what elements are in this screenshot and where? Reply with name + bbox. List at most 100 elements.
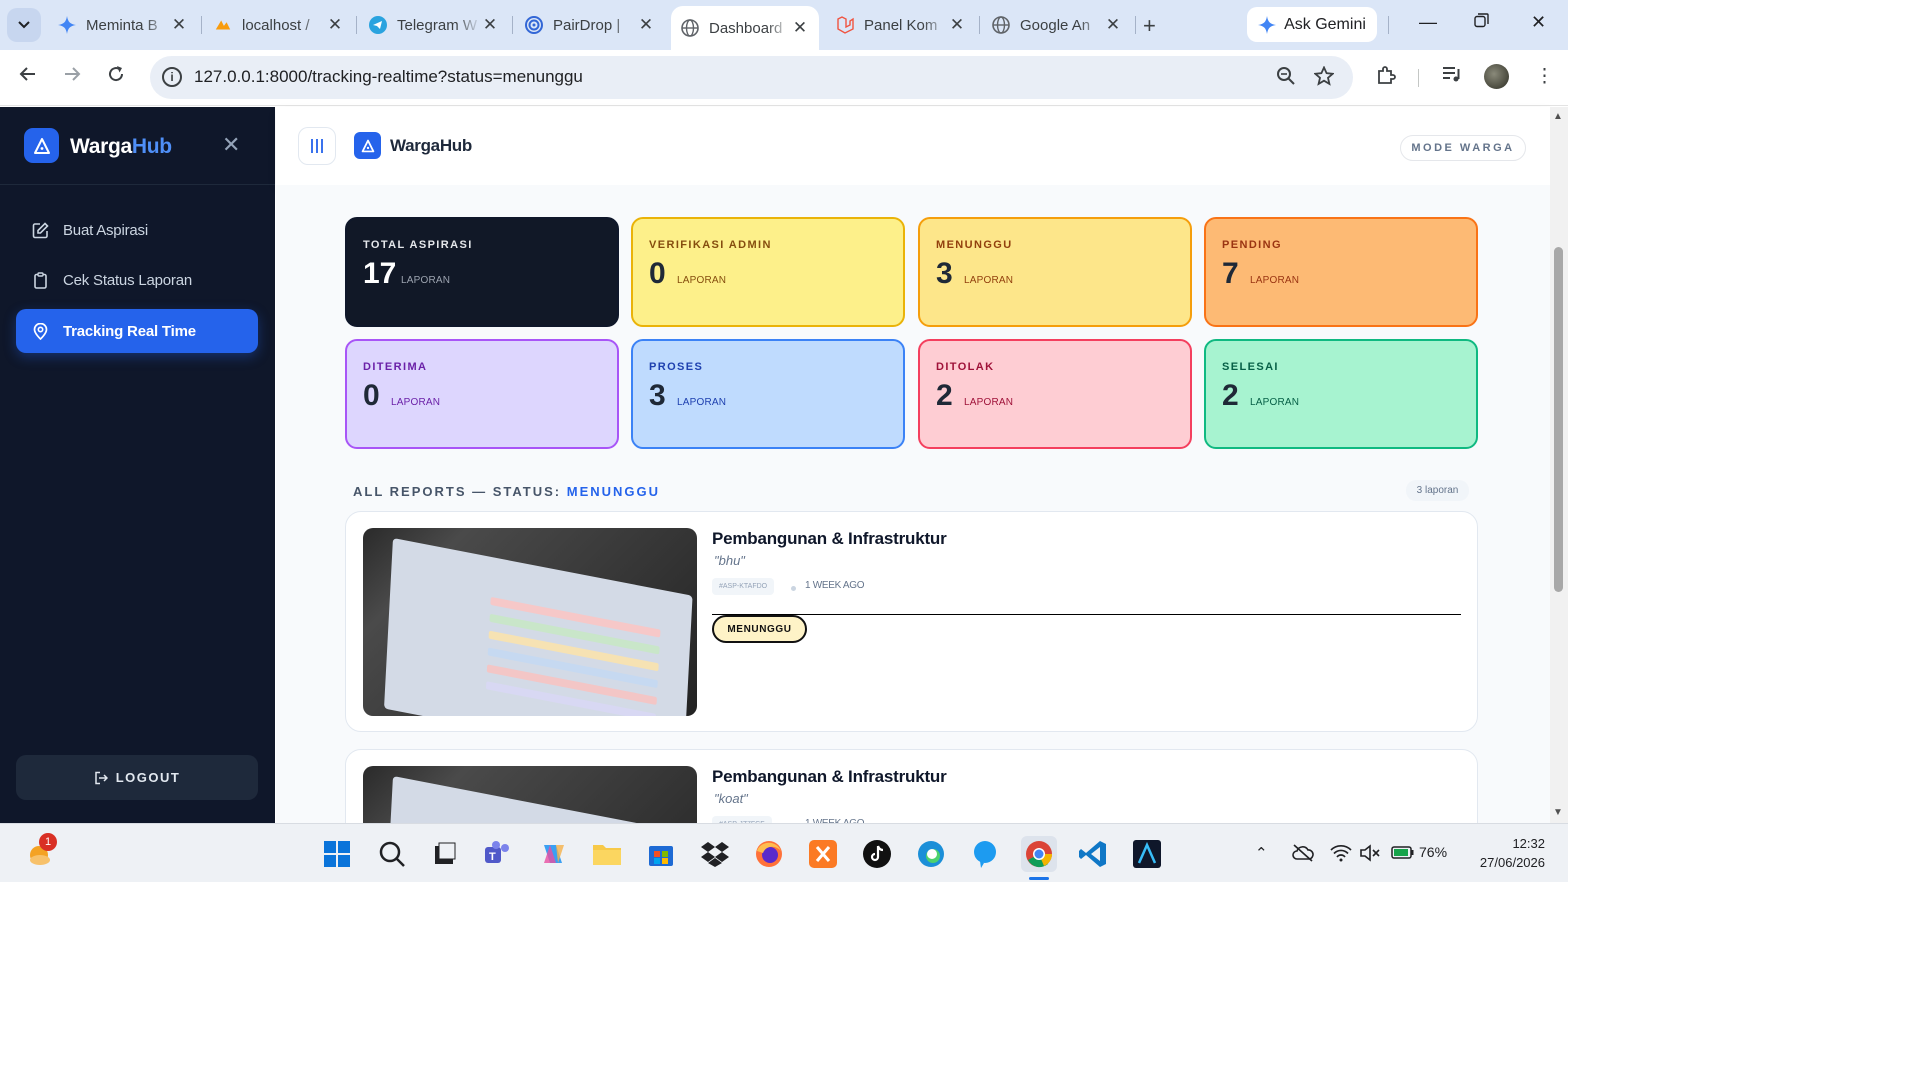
report-photo[interactable] <box>363 766 697 823</box>
tab-separator <box>201 16 202 34</box>
clock-date: 27/06/2026 <box>1479 855 1545 870</box>
browser-tab[interactable]: Meminta B ✕ <box>48 6 198 44</box>
firefox-icon[interactable] <box>753 838 785 870</box>
window-close-icon[interactable]: ✕ <box>1531 12 1546 33</box>
stat-label: SELESAI <box>1222 361 1279 373</box>
status-badge[interactable]: MENUNGGU <box>712 615 807 643</box>
url-text[interactable]: 127.0.0.1:8000/tracking-realtime?status=… <box>194 67 583 87</box>
task-view-icon[interactable] <box>428 838 460 870</box>
sidebar-close-icon[interactable]: ✕ <box>222 132 240 158</box>
sidebar-item-cek-status[interactable]: Cek Status Laporan <box>16 258 258 302</box>
stat-card[interactable]: PENDING 7 LAPORAN <box>1204 217 1478 327</box>
stat-unit: LAPORAN <box>1250 275 1300 286</box>
edge-icon[interactable] <box>915 838 947 870</box>
stat-unit: LAPORAN <box>401 275 451 286</box>
logout-button[interactable]: LOGOUT <box>16 755 258 800</box>
stat-card[interactable]: MENUNGGU 3 LAPORAN <box>918 217 1192 327</box>
address-bar[interactable]: i 127.0.0.1:8000/tracking-realtime?statu… <box>150 56 1353 99</box>
stat-card[interactable]: TOTAL ASPIRASI 17 LAPORAN <box>345 217 619 327</box>
header-brand: WargaHub <box>390 136 472 155</box>
header-logo-icon <box>354 132 381 159</box>
new-tab-plus-icon[interactable]: + <box>1143 13 1156 39</box>
browser-tab[interactable]: localhost / ✕ <box>204 6 354 44</box>
close-icon[interactable]: ✕ <box>948 15 966 35</box>
report-card[interactable]: Pembangunan & Infrastruktur "bhu" #ASP-KTA… <box>345 511 1478 732</box>
file-explorer-icon[interactable] <box>591 838 623 870</box>
tab-separator <box>1135 16 1136 34</box>
close-icon[interactable]: ✕ <box>637 15 655 35</box>
stat-card[interactable]: PROSES 3 LAPORAN <box>631 339 905 449</box>
mode-badge[interactable]: MODE WARGA <box>1400 135 1526 161</box>
close-icon[interactable]: ✕ <box>170 15 188 35</box>
globe-icon <box>992 16 1010 34</box>
tab-title: Meminta B <box>86 16 158 34</box>
store-icon[interactable] <box>645 838 677 870</box>
ask-gemini-button[interactable]: Ask Gemini <box>1247 7 1377 42</box>
brand-main: Warga <box>70 135 132 158</box>
close-icon[interactable]: ✕ <box>481 15 499 35</box>
bookmark-star-icon[interactable] <box>1313 65 1335 92</box>
forward-arrow-icon[interactable] <box>63 65 81 89</box>
chrome-icon[interactable] <box>1021 836 1057 872</box>
ask-gemini-label: Ask Gemini <box>1284 15 1366 33</box>
more-menu-icon[interactable]: ⋮ <box>1535 65 1554 88</box>
close-icon[interactable]: ✕ <box>1104 15 1122 35</box>
stat-card[interactable]: VERIFIKASI ADMIN 0 LAPORAN <box>631 217 905 327</box>
sidebar-item-buat-aspirasi[interactable]: Buat Aspirasi <box>16 208 258 252</box>
app-icon[interactable] <box>1131 838 1163 870</box>
close-icon[interactable]: ✕ <box>791 18 809 38</box>
sidebar-item-tracking[interactable]: Tracking Real Time <box>16 309 258 353</box>
stat-unit: LAPORAN <box>1250 397 1300 408</box>
app-icon[interactable] <box>969 838 1001 870</box>
restore-icon[interactable] <box>1474 12 1489 33</box>
system-clock[interactable]: 12:32 27/06/2026 <box>1468 834 1545 872</box>
media-control-icon[interactable] <box>1442 65 1462 89</box>
battery-icon[interactable] <box>1391 844 1415 864</box>
profile-avatar[interactable] <box>1484 64 1509 89</box>
volume-muted-icon[interactable] <box>1359 844 1381 866</box>
report-id-badge: #ASP-JZ7FCF <box>712 816 772 823</box>
browser-tab[interactable]: Google An ✕ <box>982 6 1132 44</box>
scroll-thumb[interactable] <box>1554 247 1563 592</box>
close-icon[interactable]: ✕ <box>326 15 344 35</box>
stat-card[interactable]: DITOLAK 2 LAPORAN <box>918 339 1192 449</box>
search-icon[interactable] <box>376 838 408 870</box>
copilot-icon[interactable] <box>537 838 569 870</box>
browser-tab-active[interactable]: Dashboard ✕ <box>671 6 819 50</box>
stat-card[interactable]: DITERIMA 0 LAPORAN <box>345 339 619 449</box>
browser-tab[interactable]: Panel Kom ✕ <box>826 6 976 44</box>
pairdrop-icon <box>525 16 543 34</box>
stat-label: VERIFIKASI ADMIN <box>649 239 772 251</box>
wifi-icon[interactable] <box>1330 844 1352 866</box>
reload-icon[interactable] <box>107 65 125 89</box>
dropbox-icon[interactable] <box>699 838 731 870</box>
site-info-icon[interactable]: i <box>162 67 182 87</box>
tiktok-icon[interactable] <box>861 838 893 870</box>
page-scrollbar[interactable]: ▲ ▼ <box>1550 107 1568 823</box>
back-arrow-icon[interactable] <box>19 65 37 89</box>
chevron-up-icon[interactable]: ⌃ <box>1255 844 1268 862</box>
minimize-icon[interactable]: — <box>1419 12 1437 33</box>
zoom-icon[interactable] <box>1276 66 1295 91</box>
stat-card[interactable]: SELESAI 2 LAPORAN <box>1204 339 1478 449</box>
xampp-icon[interactable] <box>807 838 839 870</box>
browser-tab[interactable]: PairDrop | ✕ <box>515 6 665 44</box>
sidebar-item-label: Buat Aspirasi <box>63 221 148 239</box>
report-photo[interactable] <box>363 528 697 716</box>
menu-toggle-button[interactable] <box>298 127 336 165</box>
extensions-puzzle-icon[interactable] <box>1376 65 1396 91</box>
vscode-icon[interactable] <box>1077 838 1109 870</box>
cloud-offline-icon[interactable] <box>1292 844 1314 866</box>
svg-text:T: T <box>489 851 496 863</box>
stat-value: 7 <box>1222 257 1239 290</box>
browser-tab[interactable]: Telegram W ✕ <box>359 6 509 44</box>
report-card[interactable]: Pembangunan & Infrastruktur "koat" #ASP-JZ… <box>345 749 1478 823</box>
brand-accent: Hub <box>131 135 172 158</box>
section-title-status: MENUNGGU <box>566 484 661 499</box>
teams-icon[interactable]: T <box>482 838 514 870</box>
tab-search-button[interactable] <box>7 8 41 42</box>
scroll-up-icon[interactable]: ▲ <box>1553 111 1563 122</box>
scroll-down-icon[interactable]: ▼ <box>1553 807 1563 818</box>
windows-start-icon[interactable] <box>321 838 353 870</box>
edit-icon <box>32 221 49 238</box>
